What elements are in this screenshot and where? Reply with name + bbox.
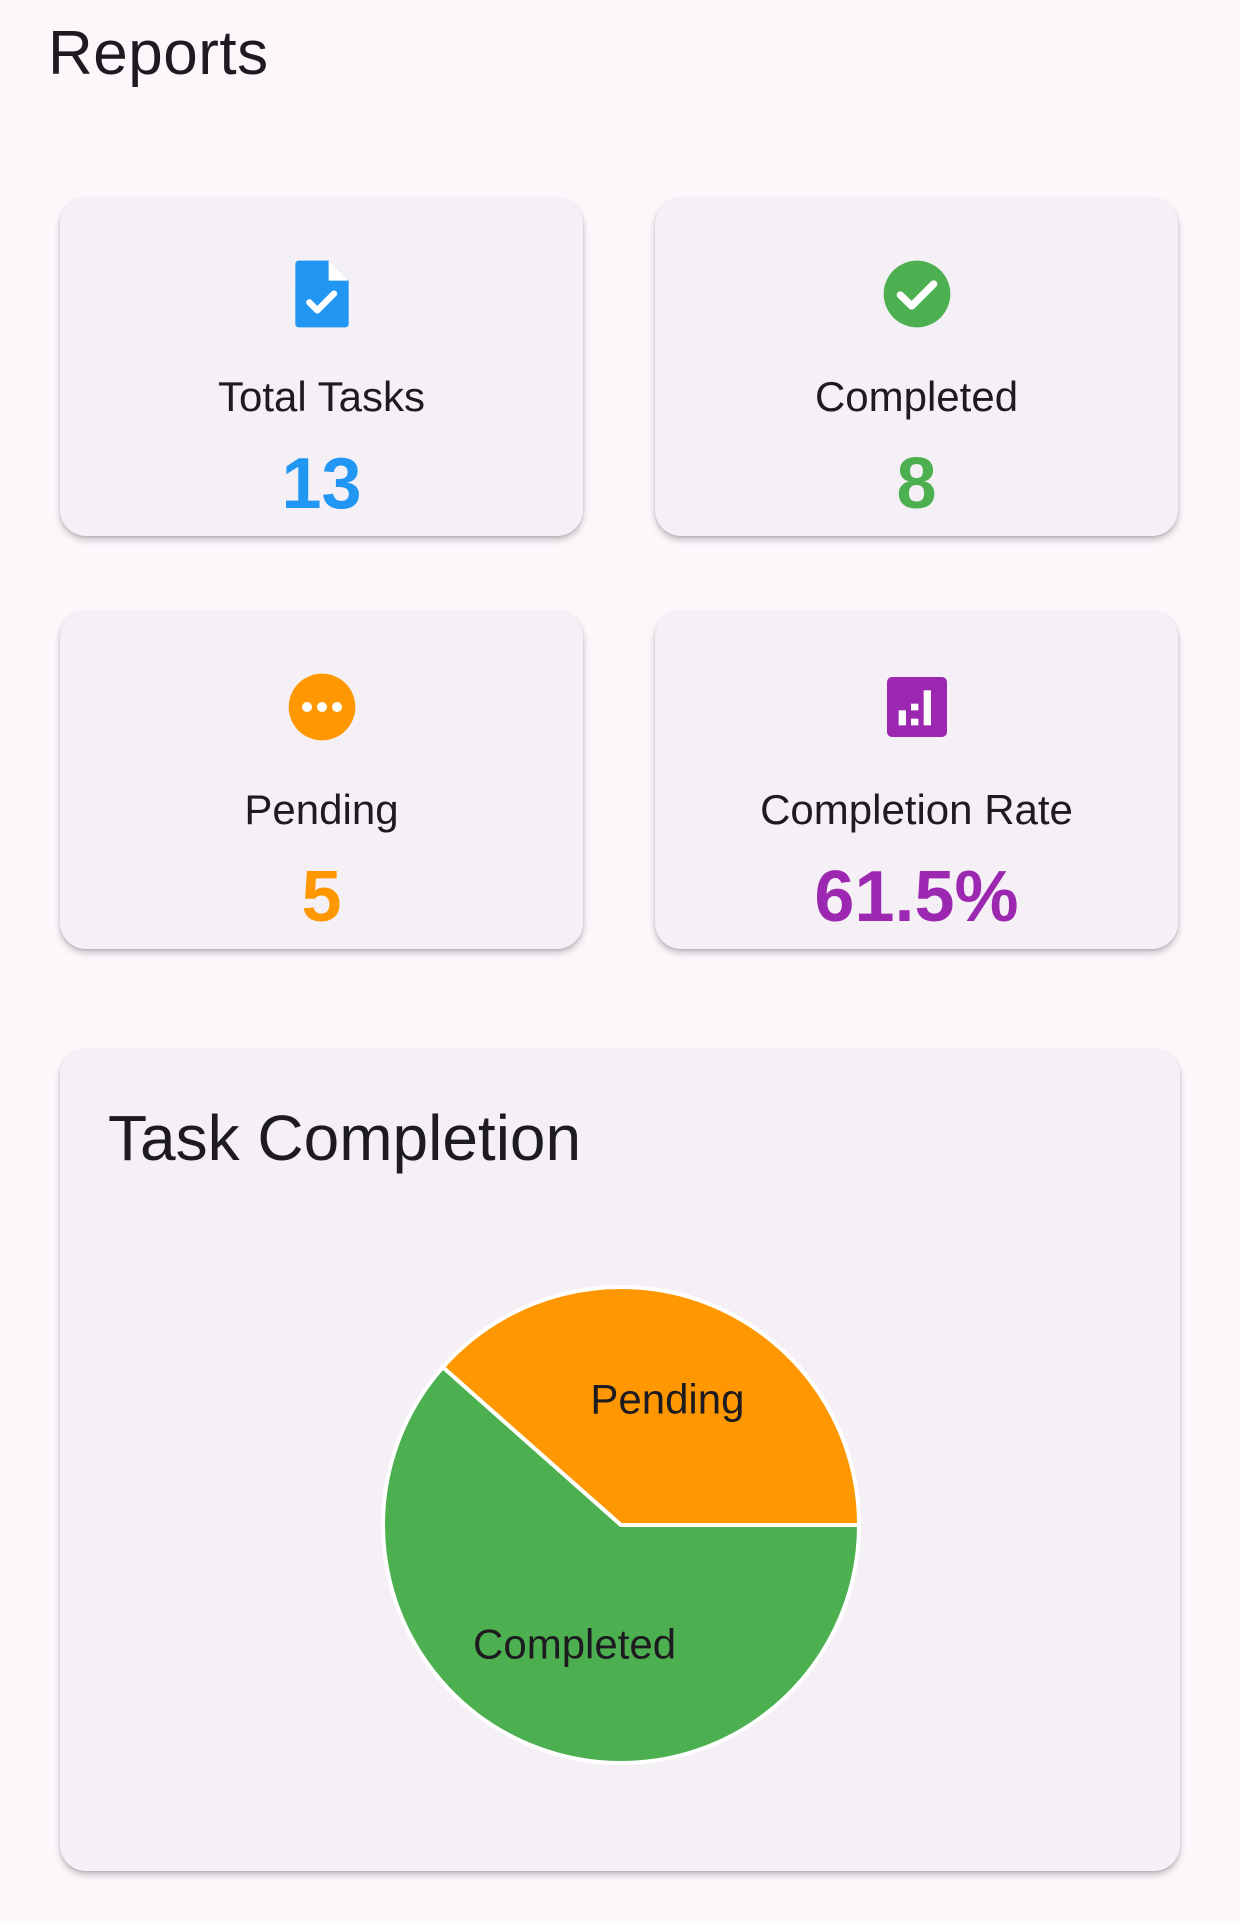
total-tasks-value: 13: [281, 444, 362, 524]
completed-label: Completed: [814, 373, 1019, 420]
more-horiz-circle-icon: [288, 673, 355, 741]
completion-rate-card: Completion Rate 61.5%: [655, 611, 1178, 949]
pending-value: 5: [301, 857, 342, 937]
completion-rate-value: 61.5%: [814, 857, 1019, 937]
total-tasks-label: Total Tasks: [218, 373, 425, 420]
total-tasks-card: Total Tasks 13: [60, 198, 583, 536]
page-title: Reports: [48, 19, 269, 88]
completion-rate-label: Completion Rate: [760, 786, 1073, 833]
completed-value: 8: [896, 444, 937, 524]
pending-card: Pending 5: [60, 611, 583, 949]
pie-label-pending: Pending: [590, 1376, 744, 1423]
pending-label: Pending: [244, 786, 399, 833]
check-circle-icon: [883, 260, 950, 328]
task-completion-chart-card: Task Completion Completed Pending: [60, 1049, 1180, 1871]
pie-label-completed: Completed: [473, 1620, 676, 1667]
bar-chart-icon: [886, 677, 947, 737]
task-document-icon: [294, 260, 349, 328]
pie-chart: Completed Pending: [381, 1285, 861, 1765]
completed-card: Completed 8: [655, 198, 1178, 536]
app-bar: Reports: [0, 0, 1240, 120]
